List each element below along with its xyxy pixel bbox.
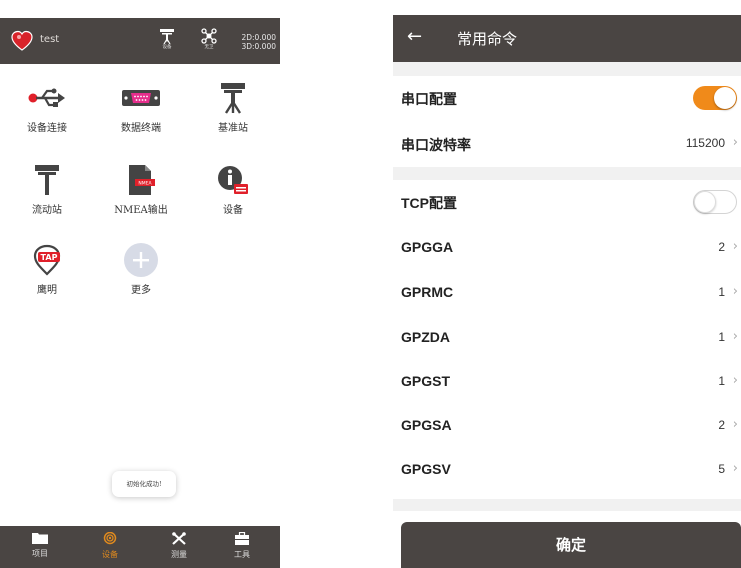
nav-tab-label: 项目 — [32, 549, 48, 558]
section-gap — [393, 62, 741, 76]
device-status[interactable]: 设备 — [156, 28, 178, 51]
svg-text:NMEA: NMEA — [138, 181, 152, 187]
baud-rate-value: 115200 — [685, 136, 725, 150]
survey-tools-icon — [172, 532, 186, 545]
message-name: GPRMC — [401, 284, 454, 300]
message-rate: 1 — [718, 285, 725, 299]
device-info-icon — [218, 166, 248, 194]
message-name: GPGGA — [401, 239, 454, 255]
satellite-status-caption: 无卫 — [204, 45, 214, 50]
grid-item-data-terminal[interactable]: 数据终端 — [96, 78, 186, 134]
coord-2d: 2D:0.000 — [241, 33, 276, 42]
serial-config-toggle[interactable] — [693, 86, 737, 110]
grid-item-label: 数据终端 — [121, 123, 161, 134]
signal-icon — [103, 532, 117, 545]
message-row-gpgsa[interactable]: GPGSA 2 › — [393, 404, 741, 446]
app-logo-icon[interactable] — [11, 30, 33, 52]
toast-message: 初始化成功! — [112, 471, 176, 497]
message-row-gprmc[interactable]: GPRMC 1 › — [393, 271, 741, 313]
svg-text:TAP: TAP — [41, 253, 58, 262]
message-name: GPGST — [401, 373, 451, 389]
device-home-screen: test 设备 无卫 2D:0.000 3D:0.000 设备连接 数据终端 基… — [0, 18, 280, 568]
grid-item-label: NMEA输出 — [114, 205, 168, 216]
message-row-gpgst[interactable]: GPGST 1 › — [393, 360, 741, 402]
common-commands-screen: ← 常用命令 串口配置 串口波特率 115200 › TCP配置 GPGGA 2… — [393, 15, 741, 568]
baud-rate-row[interactable]: 串口波特率 115200 › — [393, 122, 741, 164]
nav-tab-label: 工具 — [234, 550, 250, 559]
tcp-config-row[interactable]: TCP配置 — [393, 180, 741, 222]
nav-tab-label: 设备 — [102, 550, 118, 559]
folder-icon — [32, 533, 48, 544]
grid-item-label: 更多 — [131, 285, 151, 296]
message-name: GPGSV — [401, 461, 451, 477]
page-title: 常用命令 — [457, 30, 518, 48]
nmea-file-icon: NMEA — [129, 165, 155, 195]
usb-icon — [28, 88, 65, 107]
section-gap — [393, 167, 741, 180]
message-rate: 1 — [718, 374, 725, 388]
message-rate: 2 — [718, 240, 725, 254]
message-row-gpgga[interactable]: GPGGA 2 › — [393, 226, 741, 268]
toolbox-icon — [235, 532, 249, 545]
grid-item-label: 设备 — [223, 205, 243, 216]
bottom-nav: 项目 设备 测量 工具 — [0, 526, 280, 568]
grid-item-label: 设备连接 — [27, 123, 67, 134]
grid-item-label: 基准站 — [218, 123, 248, 134]
tcp-config-toggle[interactable] — [693, 190, 737, 214]
device-status-caption: 设备 — [162, 45, 172, 50]
tap-icon: TAP — [33, 244, 61, 276]
confirm-button[interactable]: 确定 — [401, 522, 741, 568]
plus-icon — [124, 243, 158, 277]
chevron-right-icon: › — [732, 135, 738, 150]
grid-item-label: 流动站 — [32, 205, 62, 216]
message-row-gpzda[interactable]: GPZDA 1 › — [393, 316, 741, 358]
nav-tab-project[interactable]: 项目 — [10, 532, 70, 559]
toggle-knob — [714, 87, 736, 109]
chevron-right-icon: › — [732, 329, 738, 344]
grid-item-base-station[interactable]: 基准站 — [188, 78, 278, 134]
project-name[interactable]: test — [40, 34, 59, 45]
nav-tab-label: 测量 — [171, 550, 187, 559]
grid-item-device-info[interactable]: 设备 — [188, 160, 278, 216]
chevron-right-icon: › — [732, 284, 738, 299]
message-row-gpgsv[interactable]: GPGSV 5 › — [393, 448, 741, 490]
grid-item-device-connect[interactable]: 设备连接 — [2, 78, 92, 134]
base-station-status-icon — [160, 29, 174, 45]
message-rate: 1 — [718, 330, 725, 344]
nav-tab-tools[interactable]: 工具 — [212, 532, 272, 560]
tcp-config-label: TCP配置 — [401, 195, 457, 211]
arrow-left-icon[interactable]: ← — [407, 26, 422, 47]
message-rate: 5 — [718, 462, 725, 476]
chevron-right-icon: › — [732, 461, 738, 476]
grid-item-nmea-output[interactable]: NMEA NMEA输出 — [96, 160, 186, 216]
coord-3d: 3D:0.000 — [241, 42, 276, 51]
message-rate: 2 — [718, 418, 725, 432]
section-gap — [393, 499, 741, 511]
toggle-knob — [694, 191, 716, 213]
grid-item-tap[interactable]: TAP 鹰明 — [2, 240, 92, 296]
baud-rate-label: 串口波特率 — [401, 137, 471, 153]
grid-item-more[interactable]: 更多 — [96, 240, 186, 296]
nav-tab-survey[interactable]: 测量 — [149, 532, 209, 560]
base-station-icon — [221, 83, 245, 114]
header-bar: ← 常用命令 — [393, 15, 741, 62]
chevron-right-icon: › — [732, 239, 738, 254]
chevron-right-icon: › — [732, 373, 738, 388]
satellite-status[interactable]: 无卫 — [198, 28, 220, 51]
serial-config-row[interactable]: 串口配置 — [393, 76, 741, 118]
coordinate-readout: 2D:0.000 3D:0.000 — [232, 33, 276, 51]
satellite-icon — [201, 28, 217, 44]
nav-tab-device[interactable]: 设备 — [80, 532, 140, 560]
message-name: GPZDA — [401, 329, 450, 345]
rover-icon — [35, 165, 59, 195]
chevron-right-icon: › — [732, 417, 738, 432]
top-status-bar: test 设备 无卫 2D:0.000 3D:0.000 — [0, 18, 280, 64]
message-name: GPGSA — [401, 417, 452, 433]
serial-config-label: 串口配置 — [401, 91, 457, 107]
grid-item-label: 鹰明 — [37, 285, 57, 296]
grid-item-rover[interactable]: 流动站 — [2, 160, 92, 216]
serial-port-icon — [122, 90, 160, 106]
